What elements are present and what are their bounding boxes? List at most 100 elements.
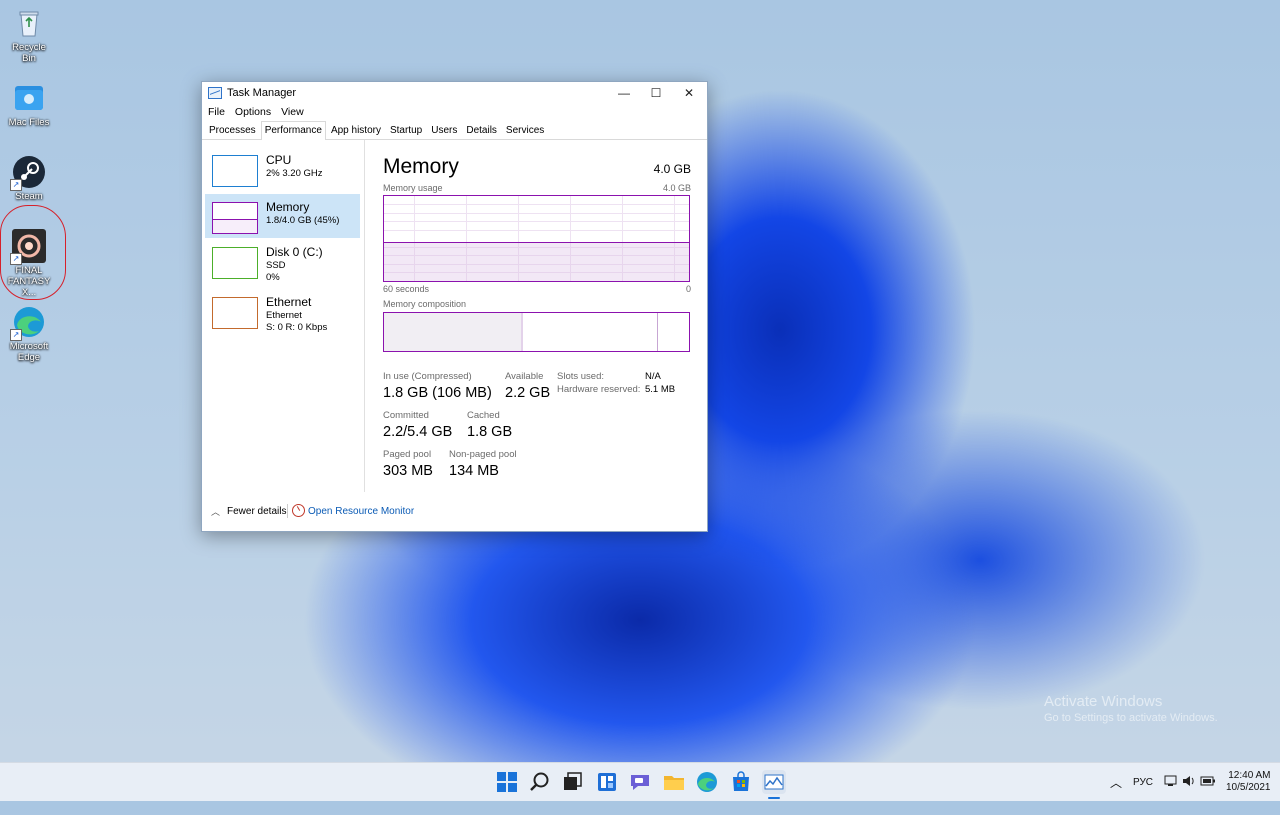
tab-details[interactable]: Details [462, 121, 501, 139]
clock-date: 10/5/2021 [1226, 782, 1271, 793]
memory-usage-graph [383, 195, 690, 282]
sidebar-item-detail: 2% 3.20 GHz [266, 168, 323, 179]
panel-title: Memory [383, 155, 459, 178]
committed-value: 2.2/5.4 GB [383, 424, 453, 440]
graph-time-left: 60 seconds [383, 284, 430, 294]
task-view-icon[interactable] [561, 770, 585, 794]
memory-usage-max: 4.0 GB [662, 183, 691, 193]
desktop-icon-steam[interactable]: ↗ Steam [4, 155, 54, 202]
non-paged-pool-value: 134 MB [449, 463, 499, 479]
memory-thumbnail-graph [212, 202, 258, 234]
sidebar-item-label: CPU [266, 153, 292, 167]
shortcut-arrow-icon: ↗ [10, 179, 22, 191]
sidebar-item-label: Disk 0 (C:) [266, 245, 323, 259]
clock[interactable]: 12:40 AM 10/5/2021 [1226, 770, 1271, 808]
sidebar-item-detail: Ethernet [266, 310, 302, 321]
graph-time-right: 0 [685, 284, 691, 294]
menu-options[interactable]: Options [235, 104, 271, 121]
desktop-icon-recycle-bin[interactable]: Recycle Bin [4, 6, 54, 64]
start-icon[interactable] [495, 770, 519, 794]
maximize-button[interactable]: ☐ [639, 82, 673, 104]
task-manager-app-icon [208, 87, 222, 99]
sidebar-item-label: Memory [266, 200, 310, 214]
steam-icon: ↗ [10, 155, 46, 191]
ethernet-thumbnail-graph [212, 297, 258, 329]
memory-composition-bar [383, 312, 690, 352]
recycle-bin-icon [12, 6, 46, 40]
task-manager-window: Task Manager — ☐ ✕ File Options View Pro… [201, 81, 708, 532]
battery-icon[interactable] [1200, 774, 1216, 812]
desktop-icon-label: Mac Files [8, 117, 50, 128]
footer-divider [287, 504, 288, 518]
disk-thumbnail-graph [212, 247, 258, 279]
chevron-up-icon[interactable]: ︿ [211, 505, 220, 518]
store-icon[interactable] [729, 770, 753, 794]
memory-composition-label: Memory composition [383, 299, 467, 309]
task-manager-icon[interactable] [762, 770, 786, 799]
menu-file[interactable]: File [208, 104, 225, 121]
search-icon[interactable] [528, 770, 552, 794]
sidebar-item-memory[interactable]: Memory 1.8/4.0 GB (45%) [205, 194, 360, 238]
title-bar[interactable]: Task Manager — ☐ ✕ [202, 82, 707, 104]
sidebar-item-ethernet[interactable]: Ethernet Ethernet S: 0 R: 0 Kbps [205, 292, 360, 336]
shortcut-arrow-icon: ↗ [10, 329, 22, 341]
close-button[interactable]: ✕ [672, 82, 706, 104]
fewer-details-link[interactable]: Fewer details [227, 506, 286, 517]
file-explorer-icon[interactable] [662, 770, 686, 794]
paged-pool-value: 303 MB [383, 463, 433, 479]
composition-in-use [384, 313, 522, 351]
network-icon[interactable] [1164, 774, 1178, 812]
widgets-icon[interactable] [595, 770, 619, 794]
sidebar-item-disk[interactable]: Disk 0 (C:) SSD 0% [205, 241, 360, 285]
watermark-title: Activate Windows [1044, 693, 1163, 710]
minimize-button[interactable]: — [607, 82, 641, 104]
open-resource-monitor-link[interactable]: Open Resource Monitor [308, 506, 414, 517]
paged-pool-label: Paged pool [383, 449, 432, 460]
chat-icon[interactable] [628, 770, 652, 794]
desktop-icon-mac-files[interactable]: Mac Files [4, 81, 54, 128]
watermark-subtitle: Go to Settings to activate Windows. [1044, 712, 1218, 724]
desktop-icon-label: Recycle Bin [12, 42, 46, 64]
non-paged-pool-label: Non-paged pool [449, 449, 517, 460]
chevron-up-icon[interactable]: ︿ [1110, 774, 1122, 812]
tab-startup[interactable]: Startup [386, 121, 426, 139]
tab-users[interactable]: Users [427, 121, 461, 139]
tab-services[interactable]: Services [502, 121, 548, 139]
in-use-label: In use (Compressed) [383, 371, 472, 382]
cached-label: Cached [467, 410, 500, 421]
sidebar-item-label: Ethernet [266, 295, 312, 309]
edge-icon[interactable] [695, 770, 719, 794]
hardware-reserved-label: Hardware reserved: [557, 384, 641, 395]
activate-windows-watermark: Activate Windows Go to Settings to activ… [1044, 693, 1218, 724]
tab-app-history[interactable]: App history [327, 121, 385, 139]
clock-time: 12:40 AM [1228, 770, 1271, 781]
red-annotation-circle [0, 205, 66, 300]
language-indicator[interactable]: РУС [1133, 777, 1153, 815]
tab-performance[interactable]: Performance [260, 121, 326, 140]
desktop-icon-edge[interactable]: ↗ Microsoft Edge [4, 305, 54, 363]
sidebar-item-detail: SSD [266, 260, 286, 271]
total-memory: 4.0 GB [653, 162, 691, 176]
sidebar-item-detail-2: 0% [266, 272, 280, 283]
volume-icon[interactable] [1182, 774, 1196, 812]
cpu-thumbnail-graph [212, 155, 258, 187]
memory-usage-fill [384, 241, 689, 281]
menu-view[interactable]: View [281, 104, 304, 121]
sidebar-item-detail-2: S: 0 R: 0 Kbps [266, 322, 328, 333]
sidebar-item-detail: 1.8/4.0 GB (45%) [266, 215, 340, 226]
menu-bar: File Options View [202, 104, 707, 121]
desktop-icon-label: Steam [15, 191, 43, 202]
hardware-reserved-value: 5.1 MB [645, 384, 676, 395]
folder-icon [12, 81, 46, 115]
composition-standby [524, 313, 658, 351]
available-value: 2.2 GB [505, 385, 551, 401]
composition-modified [521, 313, 523, 351]
footer-bar: ︿ Fewer details Open Resource Monitor [202, 500, 707, 524]
tab-processes[interactable]: Processes [205, 121, 260, 139]
slots-used-label: Slots used: [557, 371, 604, 382]
edge-icon: ↗ [10, 305, 46, 341]
resource-monitor-icon [292, 504, 305, 517]
in-use-value: 1.8 GB (106 MB) [383, 385, 492, 401]
sidebar-item-cpu[interactable]: CPU 2% 3.20 GHz [205, 152, 360, 196]
taskbar: ︿ РУС 12:40 AM 10/5/2021 [0, 762, 1280, 801]
